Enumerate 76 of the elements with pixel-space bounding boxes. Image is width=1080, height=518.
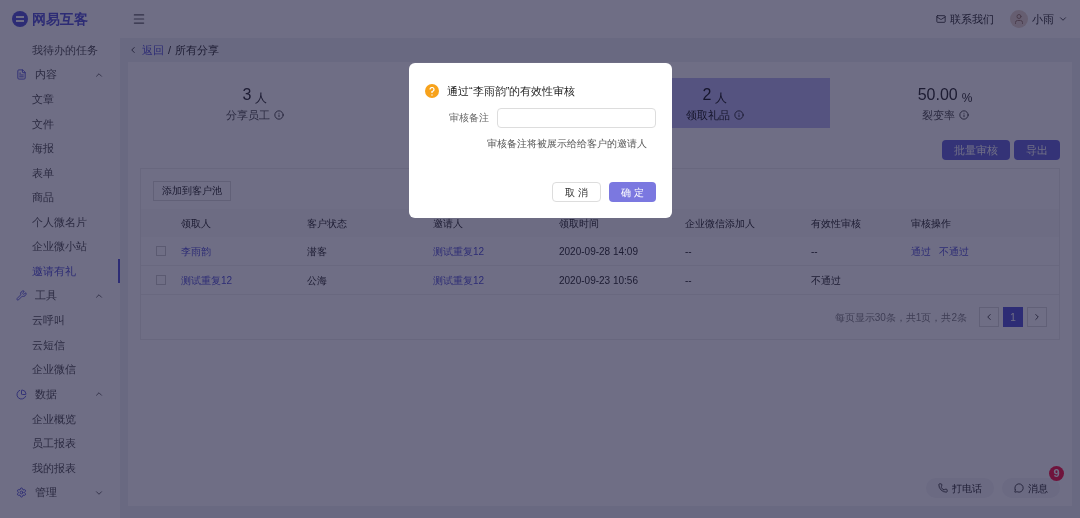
message-badge: 9 [1049, 466, 1064, 481]
table-cell-text: 不通过 [811, 273, 842, 288]
sidebar-item[interactable]: 邀请有礼 [0, 258, 120, 283]
column-header: 有效性审核 [811, 216, 862, 231]
column-header: 客户状态 [307, 216, 348, 231]
table-cell-text: 潜客 [307, 244, 328, 259]
message-icon [1014, 483, 1024, 493]
table-cell-text: -- [685, 244, 693, 259]
column-header: 领取时间 [559, 216, 600, 231]
stat-value: 50.00 [917, 84, 958, 105]
stat-value: 3 [242, 84, 252, 105]
question-icon [425, 84, 439, 99]
info-icon [274, 110, 284, 120]
sidebar-item[interactable]: 商品 [0, 185, 120, 210]
table-cell-text: 2020-09-23 10:56 [559, 273, 639, 288]
call-button[interactable]: 打电话 [926, 478, 994, 498]
group-icon [16, 487, 27, 498]
add-to-pool-button[interactable]: 添加到客户池 [153, 180, 231, 201]
brand-name: 网易互客 [32, 9, 88, 29]
column-header: 审核操作 [911, 216, 952, 231]
group-icon [16, 290, 27, 301]
prev-page-button[interactable] [979, 307, 999, 327]
back-icon [128, 45, 138, 55]
mail-icon [936, 14, 946, 24]
sidebar-item[interactable]: 个人微名片 [0, 209, 120, 234]
confirm-button[interactable]: 确 定 [609, 182, 656, 202]
sidebar-group[interactable]: 管理 [0, 480, 120, 505]
dialog-title: 通过“李雨韵”的有效性审核 [447, 84, 576, 99]
hint-text: 审核备注将被展示给给客户的邀请人 [487, 136, 647, 151]
stat-value: 2 [702, 84, 712, 105]
stat-label: 领取礼品 [686, 107, 730, 123]
message-button[interactable]: 消息 [1002, 478, 1060, 498]
sidebar-group[interactable]: 数据 [0, 381, 120, 407]
remark-input[interactable] [497, 107, 656, 128]
info-icon [734, 110, 744, 120]
sidebar-group[interactable]: 内容 [0, 62, 120, 87]
table-cell-text: 2020-09-28 14:09 [559, 244, 639, 259]
group-label: 数据 [35, 386, 58, 402]
sidebar-item[interactable]: 海报 [0, 136, 120, 161]
breadcrumb-separator: / [168, 42, 172, 58]
breadcrumb-current: 所有分享 [175, 42, 220, 58]
stat-unit: 人 [715, 89, 728, 107]
group-icon [16, 388, 27, 400]
menu-icon[interactable] [132, 12, 146, 26]
caret-icon [1058, 14, 1068, 24]
stat-unit: 人 [255, 89, 268, 107]
column-header: 邀请人 [433, 216, 464, 231]
sidebar-item[interactable]: 我的报表 [0, 455, 120, 480]
group-label: 管理 [35, 485, 58, 501]
phone-icon [938, 483, 948, 493]
chevron-left-icon [984, 312, 994, 322]
field-label: 审核备注 [449, 111, 489, 125]
sidebar-item[interactable]: 表单 [0, 160, 120, 185]
group-icon [16, 69, 27, 80]
avatar [1010, 10, 1028, 28]
contact-link[interactable]: 联系我们 [950, 10, 994, 28]
sidebar-item[interactable]: 文件 [0, 111, 120, 136]
group-label: 内容 [35, 67, 58, 83]
logo-icon [12, 11, 28, 27]
sidebar-item[interactable]: 我待办的任务 [0, 38, 120, 62]
user-name[interactable]: 小雨 [1032, 10, 1054, 28]
chevron-icon [94, 389, 104, 399]
table-cell-text: -- [685, 273, 693, 288]
chevron-right-icon [1032, 312, 1042, 322]
sidebar-item[interactable]: 文章 [0, 87, 120, 112]
stat-label: 裂变率 [921, 107, 955, 123]
table-cell-text: 公海 [307, 273, 328, 288]
next-page-button[interactable] [1027, 307, 1047, 327]
sidebar-item[interactable]: 云呼叫 [0, 308, 120, 333]
info-icon [958, 110, 969, 120]
column-header: 领取人 [181, 216, 212, 231]
sidebar-item[interactable]: 云短信 [0, 332, 120, 357]
table-cell-text: -- [811, 244, 819, 259]
cancel-button[interactable]: 取 消 [552, 182, 602, 202]
column-header: 企业微信添加人 [685, 216, 756, 231]
stat-unit: % [961, 89, 973, 107]
